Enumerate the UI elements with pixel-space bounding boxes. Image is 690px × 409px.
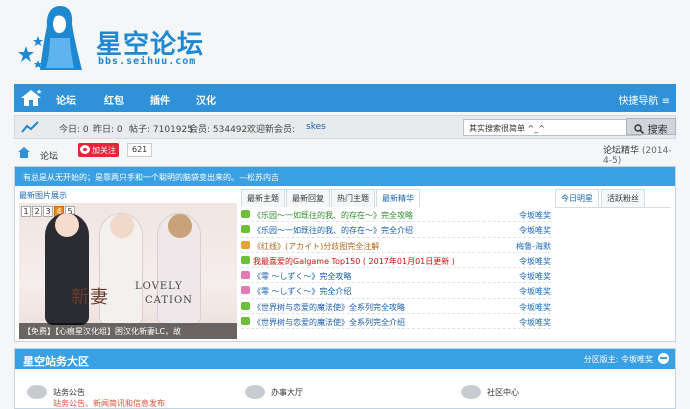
topic-title[interactable]: 《世界树与恋爱的魔法使》全系列完全攻略 [253, 302, 405, 313]
topic-type-icon [241, 225, 250, 234]
topic-type-icon [241, 210, 250, 218]
topic-author[interactable]: 令坂唯奖 [519, 210, 551, 221]
breadcrumb-home-icon[interactable] [18, 147, 30, 158]
section-title[interactable]: 星空站务大区 [23, 353, 89, 369]
topic-row[interactable]: 《世界树与恋爱的魔法使》全系列完全攻略 令坂唯奖 [241, 299, 551, 315]
star-box [555, 207, 671, 337]
stat-welcome: 欢迎新会员: [247, 125, 296, 135]
topic-title[interactable]: 《乐园～一如既往的我、的存在～》完全介绍 [253, 225, 413, 236]
topic-title[interactable]: 《世界树与恋爱的魔法使》全系列完全介绍 [253, 317, 405, 328]
tab-latest-topics[interactable]: 最新主题 [241, 189, 285, 207]
latest-pictures-tab[interactable]: 最新图片展示 [19, 190, 67, 201]
nav-item-redpacket[interactable]: 红包 [104, 92, 124, 107]
topic-author[interactable]: 令坂唯奖 [519, 317, 551, 328]
site-logo[interactable]: 星空论坛 bbs.seihuu.com [16, 2, 216, 74]
search-input[interactable]: 其实搜索很简单 ^_^ [463, 119, 641, 136]
topic-type-icon [241, 240, 250, 249]
slide-art-text: CATION [145, 295, 193, 306]
search-icon [634, 124, 645, 134]
follow-label: 加关注 [92, 146, 116, 155]
search-button-label: 搜索 [647, 125, 668, 136]
overview-panel: 有总是从无开始的；是靠两只手和一个聪明的脑袋变出来的。—松苏内吉 最新图片展示 … [14, 166, 676, 342]
notice-bar: 有总是从无开始的；是靠两只手和一个聪明的脑袋变出来的。—松苏内吉 [15, 167, 675, 186]
tab-today-star[interactable]: 今日明星 [555, 189, 599, 207]
slide-figure [157, 213, 201, 325]
forum-name[interactable]: 社区中心 [487, 387, 519, 398]
quick-nav-menu[interactable]: 快捷导航 ≡ [618, 92, 670, 107]
stat-today: 今日: 0 [59, 125, 89, 135]
trend-chart-icon [21, 121, 39, 133]
forum-name[interactable]: 站务公告 [53, 387, 85, 398]
topic-row[interactable]: 《红线》(アカイト)分歧图完全注解 梅鲁-海默 [241, 238, 551, 253]
topic-type-icon [241, 286, 250, 295]
topic-author[interactable]: 梅鲁-海默 [516, 241, 551, 252]
collapse-icon[interactable] [658, 353, 669, 364]
forum-name[interactable]: 办事大厅 [271, 387, 303, 398]
tab-latest-essence[interactable]: 最新精华 [376, 189, 420, 207]
topic-row[interactable]: 《乐园～一如既往的我、的存在～》完全攻略 令坂唯奖 [241, 207, 551, 223]
forum-status-icon [27, 385, 47, 399]
topic-title[interactable]: 《零 ～しずく～》完全介绍 [253, 286, 351, 297]
topic-type-icon [241, 255, 250, 264]
search-button[interactable]: 搜索 [626, 118, 676, 136]
stat-posts: 帖子: 7101925 [129, 125, 193, 135]
logo-girl-icon [18, 6, 82, 70]
topic-row[interactable]: 《零 ～しずく～》完全介绍 令坂唯奖 [241, 283, 551, 299]
slide-art-text: LOVELY [135, 281, 183, 292]
breadcrumb-forum[interactable]: 论坛 [40, 149, 58, 162]
topic-title[interactable]: 我最喜爱的Galgame Top150 ( 2017年01月01日更新 ) [253, 256, 455, 267]
follow-count: 621 [127, 143, 153, 157]
essence-label: 论坛精华 [603, 146, 640, 156]
topic-title[interactable]: 《乐园～一如既往的我、的存在～》完全攻略 [253, 210, 413, 221]
section-moderator[interactable]: 分区版主: 令坂唯奖 [584, 354, 653, 365]
main-nav: 论坛 红包 插件 汉化 快捷导航 ≡ [14, 84, 676, 112]
stats-bar: 今日: 0 昨日: 0 帖子: 7101925 会员: 534492 欢迎新会员… [14, 115, 676, 139]
topic-row[interactable]: 《世界树与恋爱的魔法使》全系列完全介绍 令坂唯奖 [241, 314, 551, 330]
topic-tabs: 最新主题 最新回复 热门主题 最新精华 [241, 189, 421, 207]
forum-essence[interactable]: 论坛精华 (2014-4-5) [603, 143, 676, 166]
weibo-icon [80, 145, 90, 154]
topic-row[interactable]: 《乐园～一如既往的我、的存在～》完全介绍 令坂唯奖 [241, 222, 551, 238]
forum-status-icon [461, 385, 481, 399]
slide-art-text: 新妻 [71, 287, 109, 308]
topic-list: 《乐园～一如既往的我、的存在～》完全攻略 令坂唯奖 《乐园～一如既往的我、的存在～》… [241, 207, 551, 330]
weibo-follow-button[interactable]: 加关注 [78, 143, 119, 157]
home-icon[interactable] [20, 88, 42, 108]
topic-type-icon [241, 271, 250, 280]
topic-title[interactable]: 《红线》(アカイト)分歧图完全注解 [253, 241, 379, 252]
logo-url: bbs.seihuu.com [98, 56, 197, 67]
stat-yesterday: 昨日: 0 [93, 125, 123, 135]
topic-author[interactable]: 令坂唯奖 [519, 225, 551, 236]
topic-row[interactable]: 我最喜爱的Galgame Top150 ( 2017年01月01日更新 ) 令坂唯… [241, 253, 551, 269]
topic-title[interactable]: 《零 ～しずく～》完全攻略 [253, 271, 351, 282]
forum-section: 星空站务大区 分区版主: 令坂唯奖 站务公告 站务公告、新闻简讯和信息发布 办事… [14, 348, 676, 409]
slide-caption[interactable]: 【免费】【心痕星汉化组】困汉化新妻LC，故 [19, 323, 237, 339]
tab-hot-topics[interactable]: 热门主题 [331, 189, 375, 207]
tab-latest-replies[interactable]: 最新回复 [286, 189, 330, 207]
slide-page[interactable]: 3 [43, 206, 53, 217]
forum-status-icon [245, 385, 265, 399]
section-header: 星空站务大区 分区版主: 令坂唯奖 [15, 349, 675, 369]
topic-type-icon [241, 317, 250, 326]
forum-description: 站务公告、新闻简讯和信息发布 [53, 399, 165, 408]
topic-author[interactable]: 令坂唯奖 [519, 271, 551, 282]
new-member-link[interactable]: skes [306, 122, 326, 132]
topic-author[interactable]: 令坂唯奖 [519, 286, 551, 297]
nav-item-forum[interactable]: 论坛 [56, 92, 76, 107]
topic-author[interactable]: 令坂唯奖 [519, 302, 551, 313]
topic-type-icon [241, 301, 250, 310]
star-tabs: 今日明星 活跃粉丝 [555, 189, 647, 207]
slide-page[interactable]: 1 [21, 206, 31, 217]
topic-author[interactable]: 令坂唯奖 [519, 256, 551, 267]
picture-slideshow[interactable]: 1 2 3 4 5 新妻 LOVELY CATION 【免费】【心痕星汉化组】困… [19, 203, 237, 339]
nav-item-translation[interactable]: 汉化 [196, 92, 216, 107]
tab-active-fans[interactable]: 活跃粉丝 [601, 189, 645, 207]
slide-page[interactable]: 2 [32, 206, 42, 217]
stat-members: 会员: 534492 [189, 125, 248, 135]
nav-item-plugins[interactable]: 插件 [150, 92, 170, 107]
topic-row[interactable]: 《零 ～しずく～》完全攻略 令坂唯奖 [241, 268, 551, 284]
